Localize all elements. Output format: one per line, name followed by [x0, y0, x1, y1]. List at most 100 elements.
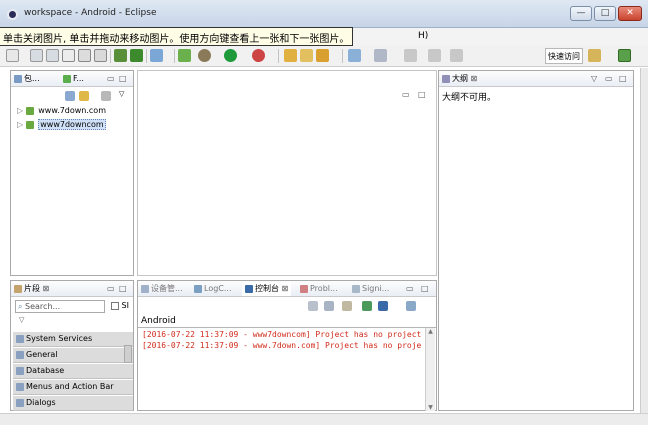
snippet-item[interactable]: Database	[13, 364, 133, 379]
tab-snippets[interactable]: 片段 ⊠	[14, 282, 49, 296]
search-icon[interactable]	[316, 49, 329, 62]
snippets-scrollbar[interactable]	[124, 345, 132, 363]
folder-icon	[16, 366, 24, 375]
avd-manager-icon[interactable]	[94, 49, 107, 62]
back-arrow-icon[interactable]	[404, 49, 417, 62]
run-icon[interactable]	[224, 49, 237, 62]
tab-label: 控制台	[255, 284, 279, 293]
print-icon[interactable]	[62, 49, 75, 62]
scroll-down-icon[interactable]: ▼	[426, 404, 435, 411]
save-icon[interactable]	[30, 49, 43, 62]
outline-icon	[442, 74, 450, 83]
snippets-panel: 片段 ⊠ ▭ □ ⌕ Search... SI ▽ System Service…	[10, 280, 134, 411]
next-annotation-icon[interactable]	[348, 49, 361, 62]
close-tab-icon[interactable]: ⊠	[43, 284, 50, 293]
build-icon[interactable]	[130, 49, 143, 62]
console-icon	[245, 284, 253, 293]
tab-signing[interactable]: Signi...	[352, 282, 389, 296]
minimize-view-icon[interactable]: ▭	[605, 74, 613, 83]
minimize-view-icon[interactable]: ▭	[107, 74, 115, 83]
tab-logcat[interactable]: LogC...	[194, 282, 232, 296]
tab-console[interactable]: 控制台 ⊠	[242, 282, 292, 296]
toolbar-separator	[278, 49, 279, 63]
devices-icon	[141, 284, 149, 293]
collapse-all-icon[interactable]	[65, 91, 75, 101]
scroll-up-icon[interactable]: ▲	[426, 328, 435, 335]
expand-arrow-icon[interactable]: ▷	[17, 120, 23, 129]
previous-annotation-icon[interactable]	[374, 49, 387, 62]
menu-help[interactable]: H)	[418, 31, 428, 41]
editor-area: ▭ □	[137, 70, 437, 276]
snippet-label: Database	[26, 366, 65, 375]
debug-icon[interactable]	[198, 49, 211, 62]
minimize-view-icon[interactable]: ▭	[107, 284, 115, 293]
close-tab-icon[interactable]: ⊠	[282, 284, 289, 293]
snippet-checkbox[interactable]: SI	[111, 301, 129, 310]
save-all-icon[interactable]	[46, 49, 59, 62]
view-menu-chevron-icon[interactable]: ▽	[119, 90, 124, 98]
maximize-view-icon[interactable]: □	[119, 74, 127, 83]
console-scrollbar[interactable]: ▲ ▼	[425, 328, 435, 411]
console-panel: 设备管... LogC... 控制台 ⊠ Probl... Signi... ▭…	[137, 280, 437, 411]
new-icon[interactable]	[6, 49, 19, 62]
forward-arrow-icon[interactable]	[428, 49, 441, 62]
image-viewer-tooltip: 单击关闭图片, 单击并拖动来移动图片。使用方向键查看上一张和下一张图片。	[0, 27, 354, 46]
package-explorer-panel: 包... F... ▭ □ ▽ ▷ www.7down.com ▷ www7do…	[10, 70, 134, 276]
outline-panel: 大纲 ⊠ ▽ ▭ □ 大纲不可用。	[438, 70, 634, 411]
close-tab-icon[interactable]: ⊠	[471, 74, 478, 83]
open-type-icon[interactable]	[284, 49, 297, 62]
snippet-label: System Services	[26, 334, 93, 343]
open-folder-icon[interactable]	[300, 49, 313, 62]
tab-devices[interactable]: 设备管...	[141, 282, 183, 296]
android-icon[interactable]	[114, 49, 127, 62]
quick-access-input[interactable]: 快速访问	[545, 48, 583, 64]
maximize-button[interactable]: □	[594, 6, 616, 21]
tab-label: F...	[73, 74, 84, 83]
snippet-item[interactable]: System Services	[13, 332, 133, 347]
snippet-item[interactable]: Menus and Action Bar	[13, 380, 133, 395]
console-output[interactable]: [2016-07-22 11:37:09 - www7downcom] Proj…	[138, 327, 436, 411]
view-menu-icon[interactable]	[101, 91, 111, 101]
clear-console-icon[interactable]	[308, 301, 318, 311]
snippet-item[interactable]: Dialogs	[13, 396, 133, 411]
console-line: [2016-07-22 11:37:09 - www.7down.com] Pr…	[142, 341, 422, 350]
tab-label: 大纲	[452, 74, 468, 83]
tab-file[interactable]: F...	[63, 72, 84, 86]
maximize-view-icon[interactable]: □	[421, 284, 429, 293]
outline-message: 大纲不可用。	[442, 93, 497, 103]
filter-chevron-icon[interactable]: ▽	[19, 316, 24, 324]
view-menu-chevron-icon[interactable]: ▽	[591, 74, 597, 83]
tree-item-project[interactable]: ▷ www7downcom	[17, 119, 106, 130]
snippet-item[interactable]: General	[13, 348, 133, 363]
sdk-manager-icon[interactable]	[78, 49, 91, 62]
maximize-view-icon[interactable]: □	[619, 74, 627, 83]
last-edit-icon[interactable]	[450, 49, 463, 62]
external-tools-icon[interactable]	[252, 49, 265, 62]
close-button[interactable]: ✕	[618, 6, 642, 21]
tab-package-explorer[interactable]: 包...	[14, 72, 40, 86]
expand-arrow-icon[interactable]: ▷	[17, 106, 23, 115]
minimize-view-icon[interactable]: ▭	[402, 90, 410, 99]
link-editor-icon[interactable]	[79, 91, 89, 101]
open-perspective-icon[interactable]	[588, 49, 601, 62]
toolbar-separator	[174, 49, 175, 63]
android-perspective-icon[interactable]	[618, 49, 631, 62]
pin-console-icon[interactable]	[362, 301, 372, 311]
tab-label: 设备管...	[151, 284, 183, 293]
display-console-icon[interactable]	[378, 301, 388, 311]
maximize-view-icon[interactable]: □	[418, 90, 426, 99]
window-right-edge	[640, 68, 648, 413]
maximize-view-icon[interactable]: □	[119, 284, 127, 293]
scroll-lock-icon[interactable]	[324, 301, 334, 311]
snippet-search-input[interactable]: ⌕ Search...	[15, 300, 105, 313]
tree-item-project[interactable]: ▷ www.7down.com	[17, 106, 106, 115]
word-wrap-icon[interactable]	[342, 301, 352, 311]
minimize-view-icon[interactable]: ▭	[406, 284, 414, 293]
tab-outline[interactable]: 大纲 ⊠	[442, 72, 477, 86]
tab-problems[interactable]: Probl...	[300, 282, 338, 296]
minimize-button[interactable]: —	[570, 6, 592, 21]
open-console-icon[interactable]	[406, 301, 416, 311]
checkbox-box[interactable]	[111, 301, 119, 310]
android-device-icon[interactable]	[178, 49, 191, 62]
checklist-icon[interactable]	[150, 49, 163, 62]
